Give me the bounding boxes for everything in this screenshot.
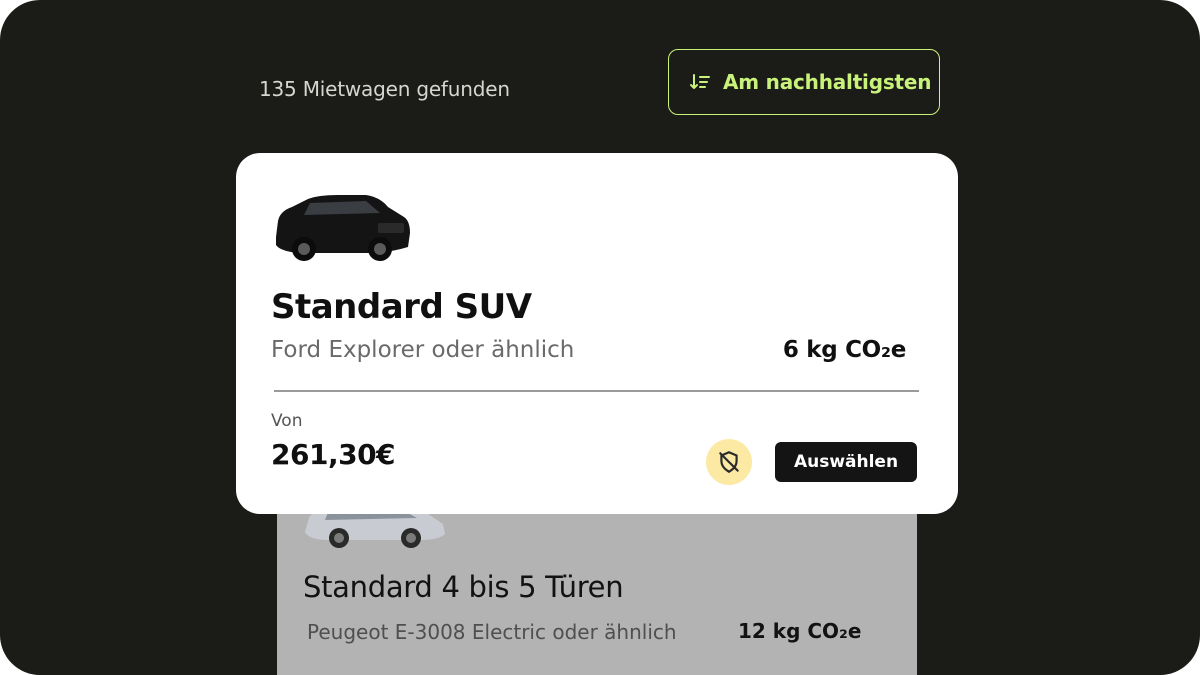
insurance-badge[interactable] (706, 439, 752, 485)
co2-emission: 12 kg CO₂e (738, 619, 862, 643)
car-title: Standard SUV (271, 287, 532, 327)
car-model: Peugeot E-3008 Electric oder ähnlich (307, 620, 677, 644)
sort-icon (690, 74, 710, 89)
price: 261,30€ (271, 438, 396, 471)
app-frame: 135 Mietwagen gefunden Am nachhaltigsten… (0, 0, 1200, 675)
car-card[interactable]: Standard SUV Ford Explorer oder ähnlich … (236, 153, 958, 514)
divider (274, 390, 919, 392)
select-button[interactable]: Auswählen (775, 442, 917, 482)
results-count: 135 Mietwagen gefunden (259, 77, 510, 101)
sort-button[interactable]: Am nachhaltigsten (668, 49, 940, 115)
car-title: Standard 4 bis 5 Türen (303, 570, 624, 604)
co2-emission: 6 kg CO₂e (782, 337, 906, 363)
black-suv-car-image (268, 189, 416, 271)
shield-off-icon (719, 451, 739, 473)
price-label: Von (271, 411, 303, 431)
sort-label: Am nachhaltigsten (723, 70, 932, 94)
car-model: Ford Explorer oder ähnlich (271, 337, 575, 363)
